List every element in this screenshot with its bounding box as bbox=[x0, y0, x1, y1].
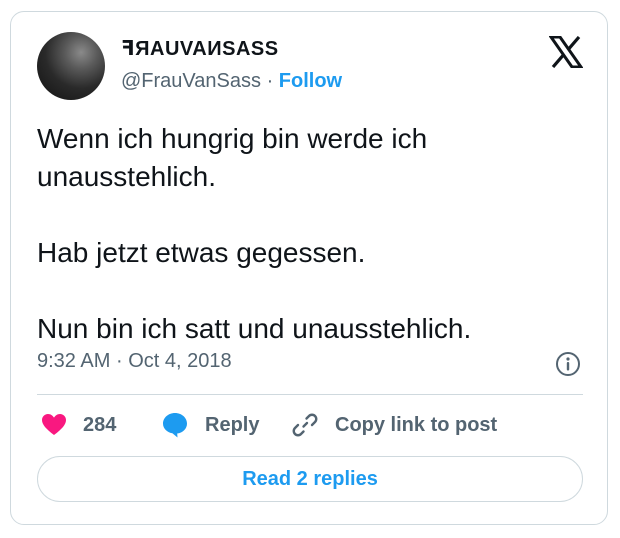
timestamp-separator: · bbox=[115, 350, 123, 372]
link-icon bbox=[292, 413, 318, 437]
tweet-date: Oct 4, 2018 bbox=[128, 350, 232, 372]
tweet-paragraph: Nun bin ich satt und unausstehlich. bbox=[37, 313, 472, 344]
author-display-name[interactable]: ꟻЯAUVAИSASS bbox=[121, 36, 279, 61]
tweet-time: 9:32 AM bbox=[37, 350, 111, 372]
author-handle[interactable]: @FrauVanSass bbox=[121, 70, 261, 92]
divider bbox=[37, 394, 583, 395]
follow-link[interactable]: Follow bbox=[279, 70, 342, 92]
heart-icon bbox=[42, 414, 66, 435]
tweet-text: Wenn ich hungrig bin werde ich unaussteh… bbox=[37, 120, 587, 348]
copy-link-label: Copy link to post bbox=[335, 413, 498, 436]
tweet-card: ꟻЯAUVAИSASS @FrauVanSass · Follow Wenn i… bbox=[10, 11, 608, 525]
tweet-timestamp[interactable]: 9:32 AM · Oct 4, 2018 bbox=[37, 350, 232, 373]
x-logo-icon[interactable] bbox=[549, 36, 583, 68]
reply-button[interactable]: Reply bbox=[161, 410, 259, 440]
avatar[interactable] bbox=[37, 32, 105, 100]
info-icon[interactable] bbox=[555, 351, 581, 377]
read-replies-label: Read 2 replies bbox=[242, 467, 378, 490]
like-count: 284 bbox=[83, 413, 117, 436]
action-bar: 284 Reply Copy link to post bbox=[37, 410, 583, 440]
speech-bubble-icon bbox=[163, 413, 187, 438]
tweet-paragraph: Wenn ich hungrig bin werde ich unaussteh… bbox=[37, 123, 428, 192]
like-button[interactable]: 284 bbox=[41, 410, 116, 440]
author-handle-row: @FrauVanSass · Follow bbox=[121, 70, 342, 93]
read-replies-button[interactable]: Read 2 replies bbox=[37, 456, 583, 502]
tweet-paragraph: Hab jetzt etwas gegessen. bbox=[37, 237, 366, 268]
copy-link-button[interactable]: Copy link to post bbox=[291, 410, 497, 440]
reply-label: Reply bbox=[205, 413, 260, 436]
handle-separator: · bbox=[266, 70, 274, 92]
